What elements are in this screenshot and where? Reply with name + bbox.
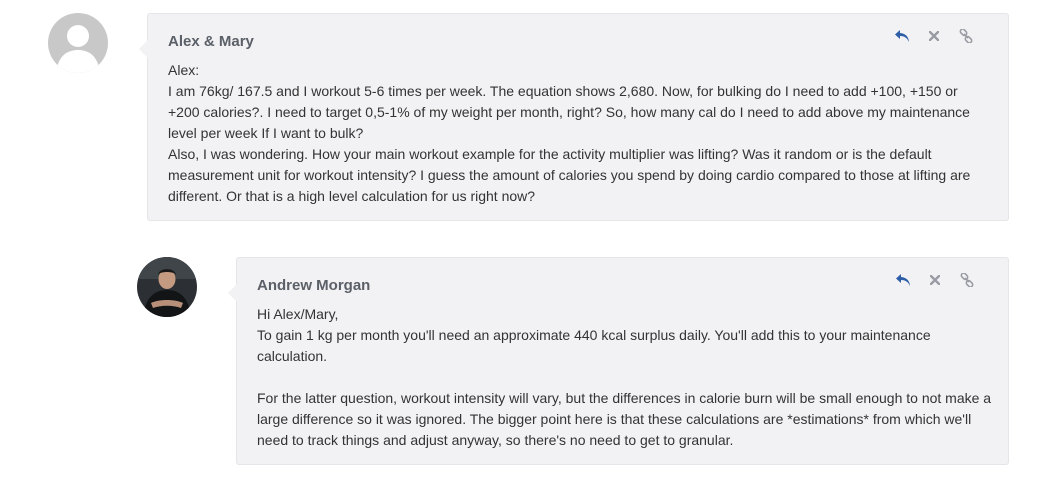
comment-paragraph: For the latter question, workout intensi… (257, 390, 992, 448)
link-icon (959, 29, 973, 43)
delete-button[interactable] (918, 26, 950, 46)
permalink-button[interactable] (951, 270, 983, 290)
comment-paragraph: Alex: (168, 62, 200, 78)
reply-icon (896, 274, 910, 286)
close-icon (929, 31, 939, 41)
comment-paragraph: I am 76kg/ 167.5 and I workout 5-6 times… (168, 83, 970, 141)
avatar (137, 257, 197, 317)
link-icon (960, 273, 974, 287)
comment-paragraph: Also, I was wondering. How your main wor… (168, 146, 971, 204)
comment-actions (886, 26, 982, 46)
permalink-button[interactable] (950, 26, 982, 46)
comment-bubble: Andrew Morgan Hi Alex/Mary, To gain 1 kg… (228, 257, 1009, 465)
comment-body: Alex: I am 76kg/ 167.5 and I workout 5-6… (168, 60, 988, 207)
avatar (48, 13, 108, 73)
comment-author[interactable]: Alex & Mary (168, 33, 254, 50)
reply-icon (895, 30, 909, 42)
default-avatar-icon (48, 13, 108, 73)
comment-paragraph: To gain 1 kg per month you'll need an ap… (257, 327, 931, 364)
comment-paragraph: Hi Alex/Mary, (257, 306, 339, 322)
close-icon (930, 275, 940, 285)
reply-button[interactable] (886, 26, 918, 46)
delete-button[interactable] (919, 270, 951, 290)
reply-button[interactable] (887, 270, 919, 290)
comment-author[interactable]: Andrew Morgan (257, 277, 370, 294)
comment-body: Hi Alex/Mary, To gain 1 kg per month you… (257, 304, 992, 451)
comment-bubble: Alex & Mary Alex: I am 76kg/ 167.5 and I… (139, 13, 1009, 221)
user-photo-avatar (137, 257, 197, 317)
comment-actions (887, 270, 983, 290)
